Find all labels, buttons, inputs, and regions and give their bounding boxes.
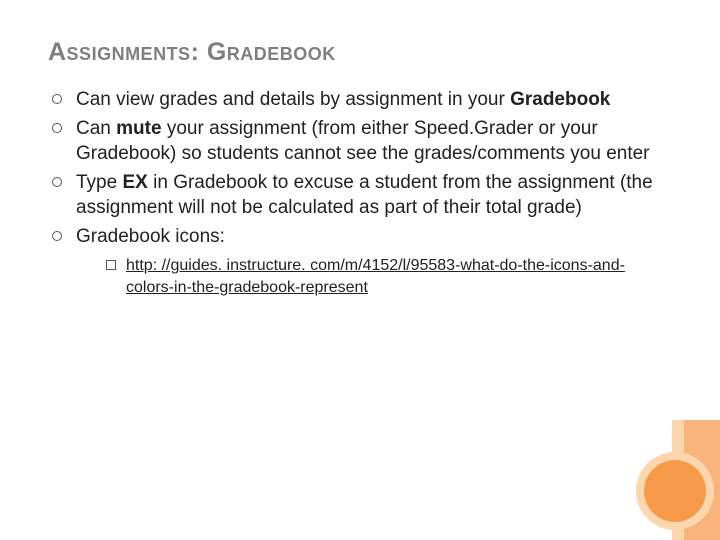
list-item: Can view grades and details by assignmen… — [48, 87, 672, 112]
sub-list-item: http: //guides. instructure. com/m/4152/… — [76, 255, 672, 297]
decor-circle-light — [636, 452, 714, 530]
decor-band-light — [672, 420, 720, 540]
bullet-list: Can view grades and details by assignmen… — [48, 87, 672, 298]
corner-decoration — [625, 420, 720, 540]
bold-text: Gradebook — [510, 89, 610, 110]
text: Can view grades and details by assignmen… — [76, 89, 510, 110]
page-title: Assignments: Gradebook — [48, 38, 672, 67]
text: Gradebook icons: — [76, 226, 225, 247]
text: Type — [76, 172, 122, 193]
decor-band-mid — [684, 420, 720, 540]
text: in Gradebook to excuse a student from th… — [76, 172, 653, 218]
list-item: Can mute your assignment (from either Sp… — [48, 116, 672, 166]
list-item: Gradebook icons: http: //guides. instruc… — [48, 224, 672, 297]
bold-text: EX — [122, 172, 147, 193]
gradebook-icons-link[interactable]: http: //guides. instructure. com/m/4152/… — [126, 257, 625, 295]
bold-text: mute — [116, 118, 161, 139]
sub-list: http: //guides. instructure. com/m/4152/… — [76, 255, 672, 297]
decor-circle-orange — [644, 460, 706, 522]
text: your assignment (from either Speed.Grade… — [76, 118, 650, 164]
list-item: Type EX in Gradebook to excuse a student… — [48, 170, 672, 220]
slide: Assignments: Gradebook Can view grades a… — [0, 0, 720, 540]
text: Can — [76, 118, 116, 139]
